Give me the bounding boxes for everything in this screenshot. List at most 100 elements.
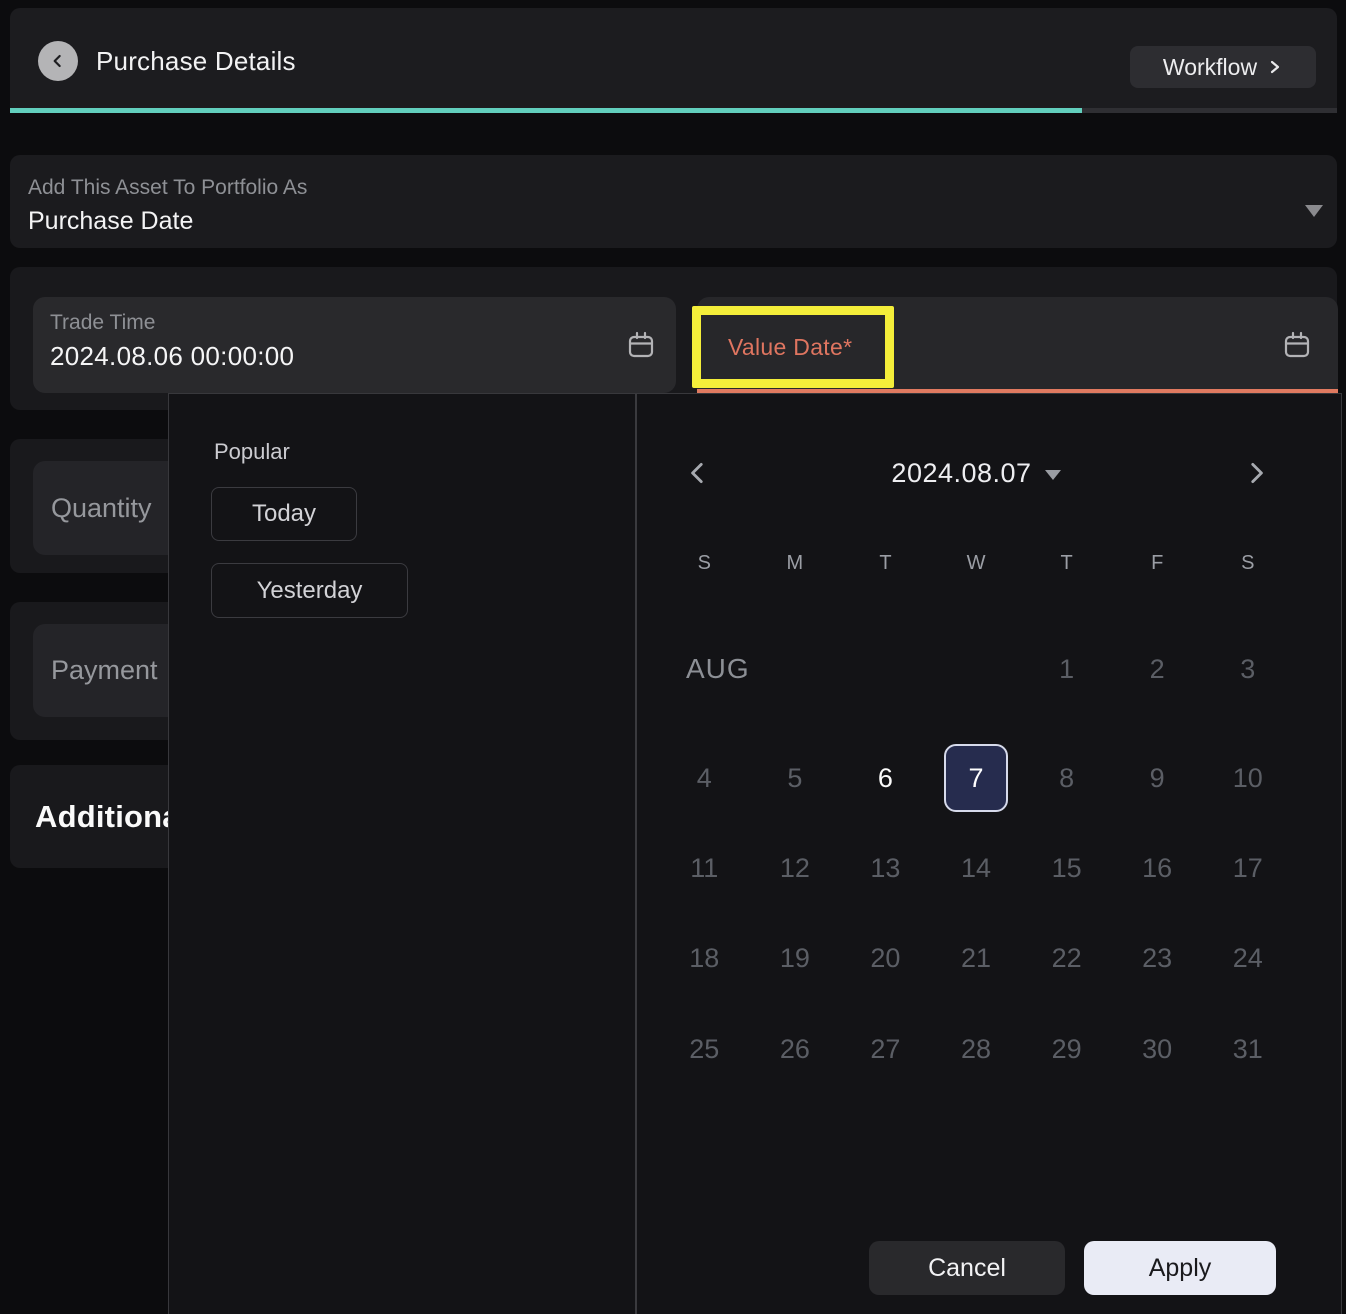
value-date-label: Value Date* xyxy=(728,334,852,361)
calendar-cell: 14 xyxy=(931,834,1022,902)
calendar-day-empty xyxy=(944,635,1008,703)
calendar-icon[interactable] xyxy=(625,329,657,361)
calendar-day-12[interactable]: 12 xyxy=(763,834,827,902)
workflow-button-label: Workflow xyxy=(1163,54,1257,81)
date-picker-popup: Popular Today Yesterday 2024.08.07 SMTWT… xyxy=(168,393,1342,1314)
calendar-cell: 27 xyxy=(840,1015,931,1083)
calendar-day-4[interactable]: 4 xyxy=(672,744,736,812)
top-bar: Purchase Details Workflow xyxy=(10,8,1337,108)
additional-section-label: Additional xyxy=(35,765,189,868)
calendar-cell xyxy=(840,635,931,703)
calendar-cell: 11 xyxy=(659,834,750,902)
calendar-icon[interactable] xyxy=(1281,329,1313,361)
calendar-cell: 16 xyxy=(1112,834,1203,902)
cancel-button[interactable]: Cancel xyxy=(869,1241,1065,1295)
step-progress-track xyxy=(10,108,1337,113)
calendar-cell: 3 xyxy=(1202,635,1293,703)
calendar-cell: 5 xyxy=(750,744,841,812)
calendar-cell: 6 xyxy=(840,744,931,812)
calendar-cell: 24 xyxy=(1202,924,1293,992)
calendar-cell: 31 xyxy=(1202,1015,1293,1083)
calendar-day-30[interactable]: 30 xyxy=(1125,1015,1189,1083)
calendar-day-24[interactable]: 24 xyxy=(1216,924,1280,992)
calendar-day-16[interactable]: 16 xyxy=(1125,834,1189,902)
calendar-cell: 12 xyxy=(750,834,841,902)
workflow-button[interactable]: Workflow xyxy=(1130,46,1316,88)
calendar-cell: 22 xyxy=(1021,924,1112,992)
calendar-day-11[interactable]: 11 xyxy=(672,834,736,902)
calendar-day-17[interactable]: 17 xyxy=(1216,834,1280,902)
calendar-cell: 9 xyxy=(1112,744,1203,812)
calendar-cell: 1 xyxy=(1021,635,1112,703)
calendar-cell: 8 xyxy=(1021,744,1112,812)
calendar-day-27[interactable]: 27 xyxy=(853,1015,917,1083)
calendar-day-13[interactable]: 13 xyxy=(853,834,917,902)
page-title: Purchase Details xyxy=(96,41,296,81)
chevron-left-icon xyxy=(48,51,68,71)
calendar-cell: 28 xyxy=(931,1015,1022,1083)
calendar-day-3[interactable]: 3 xyxy=(1216,635,1280,703)
calendar-cell xyxy=(931,635,1022,703)
calendar-week-row: 123 xyxy=(659,635,1293,703)
calendar-cell: 13 xyxy=(840,834,931,902)
trade-time-label: Trade Time xyxy=(50,311,155,335)
calendar-week-row: 11 12 13 14 15 16 17 xyxy=(659,834,1293,902)
payment-label: Payment xyxy=(51,624,158,717)
month-label: AUG xyxy=(686,635,750,703)
trade-dates-panel: Trade Time 2024.08.06 00:00:00 Value Dat… xyxy=(10,267,1337,410)
trade-time-field[interactable]: Trade Time 2024.08.06 00:00:00 xyxy=(33,297,676,393)
calendar-day-2[interactable]: 2 xyxy=(1125,635,1189,703)
calendar-day-25[interactable]: 25 xyxy=(672,1015,736,1083)
calendar-day-23[interactable]: 23 xyxy=(1125,924,1189,992)
calendar-cell: 20 xyxy=(840,924,931,992)
calendar-day-1[interactable]: 1 xyxy=(1035,635,1099,703)
calendar-day-9[interactable]: 9 xyxy=(1125,744,1189,812)
back-button[interactable] xyxy=(38,41,78,81)
popup-divider xyxy=(635,394,637,1314)
calendar-day-6[interactable]: 6 xyxy=(853,744,917,812)
calendar-cell: 17 xyxy=(1202,834,1293,902)
calendar-day-21[interactable]: 21 xyxy=(944,924,1008,992)
calendar-cell: 7 xyxy=(931,744,1022,812)
calendar-day-15[interactable]: 15 xyxy=(1035,834,1099,902)
chevron-right-icon xyxy=(1267,59,1283,75)
calendar-day-14[interactable]: 14 xyxy=(944,834,1008,902)
calendar-day-22[interactable]: 22 xyxy=(1035,924,1099,992)
add-asset-value: Purchase Date xyxy=(28,207,193,236)
calendar-day-26[interactable]: 26 xyxy=(763,1015,827,1083)
calendar-cell: 19 xyxy=(750,924,841,992)
chevron-down-icon[interactable] xyxy=(1305,205,1323,217)
calendar-cell: 29 xyxy=(1021,1015,1112,1083)
popular-section-label: Popular xyxy=(214,439,290,465)
calendar-cell: 18 xyxy=(659,924,750,992)
add-asset-dropdown[interactable]: Add This Asset To Portfolio As Purchase … xyxy=(10,155,1337,248)
calendar-day-29[interactable]: 29 xyxy=(1035,1015,1099,1083)
calendar-week-row: 456789 10 xyxy=(659,744,1293,812)
calendar-day-empty xyxy=(853,635,917,703)
value-date-field[interactable]: Value Date* xyxy=(697,297,1338,393)
add-asset-label: Add This Asset To Portfolio As xyxy=(28,176,307,200)
apply-button[interactable]: Apply xyxy=(1084,1241,1276,1295)
calendar-grid: 1234567891011121314151617181920212223242… xyxy=(659,394,1293,1314)
calendar-day-10[interactable]: 10 xyxy=(1216,744,1280,812)
calendar-cell xyxy=(750,635,841,703)
calendar-cell: 23 xyxy=(1112,924,1203,992)
calendar-day-28[interactable]: 28 xyxy=(944,1015,1008,1083)
calendar-day-20[interactable]: 20 xyxy=(853,924,917,992)
today-button[interactable]: Today xyxy=(211,487,357,541)
calendar-day-19[interactable]: 19 xyxy=(763,924,827,992)
calendar-day-empty xyxy=(763,635,827,703)
calendar-cell: 26 xyxy=(750,1015,841,1083)
calendar-day-7[interactable]: 7 xyxy=(944,744,1008,812)
calendar-cell: 4 xyxy=(659,744,750,812)
purchase-details-screen: Purchase Details Workflow Add This Asset… xyxy=(0,0,1346,1314)
trade-time-value: 2024.08.06 00:00:00 xyxy=(50,341,294,372)
calendar-day-8[interactable]: 8 xyxy=(1035,744,1099,812)
calendar-cell: 25 xyxy=(659,1015,750,1083)
calendar-day-31[interactable]: 31 xyxy=(1216,1015,1280,1083)
calendar-day-18[interactable]: 18 xyxy=(672,924,736,992)
calendar-day-5[interactable]: 5 xyxy=(763,744,827,812)
step-progress-fill xyxy=(10,108,1082,113)
yesterday-button[interactable]: Yesterday xyxy=(211,563,408,618)
calendar-cell: 30 xyxy=(1112,1015,1203,1083)
